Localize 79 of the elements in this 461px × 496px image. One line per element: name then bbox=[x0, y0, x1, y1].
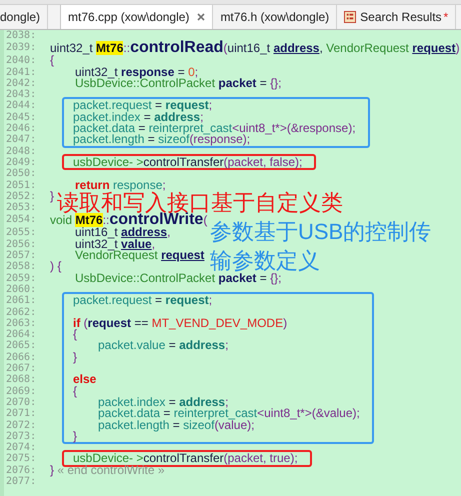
code-line: { bbox=[50, 55, 54, 67]
code-line: } bbox=[73, 352, 78, 364]
code-line: VendorRequest request bbox=[75, 250, 204, 262]
code-line: if (request == MT_VEND_DEV_MODE) bbox=[73, 318, 288, 330]
code-line: uint32_t value, bbox=[75, 238, 156, 250]
line-number: 2075: bbox=[6, 453, 38, 465]
line-number: 2062: bbox=[6, 306, 38, 318]
code-line: packet.request = request; bbox=[73, 295, 212, 307]
code-line: return response; bbox=[75, 180, 166, 191]
code-line: packet.request = request; bbox=[73, 100, 212, 112]
code-line: uint32_t response = 0; bbox=[75, 66, 198, 78]
line-number: 2065: bbox=[6, 340, 38, 352]
code-line: UsbDevice::ControlPacket packet = {}; bbox=[75, 78, 282, 90]
line-number: 2069: bbox=[6, 386, 38, 397]
code-line: uint32_t Mt76::controlRead(uint16_t address, VendorRequest request) bbox=[50, 41, 460, 56]
code-line: packet.length = sizeof(value); bbox=[98, 420, 254, 431]
line-number: 2076: bbox=[6, 464, 38, 476]
line-number: 2063: bbox=[6, 318, 38, 330]
line-number: 2071: bbox=[6, 408, 38, 420]
line-number: 2043: bbox=[6, 89, 38, 100]
line-number: 2046: bbox=[6, 123, 38, 134]
line-number: 2073: bbox=[6, 430, 38, 442]
tab-label: dongle) bbox=[0, 10, 40, 24]
line-number: 2055: bbox=[6, 227, 38, 239]
line-number: 2057: bbox=[6, 250, 38, 262]
line-number: 2068: bbox=[6, 374, 38, 386]
line-number: 2039: bbox=[6, 41, 38, 56]
line-number: 2051: bbox=[6, 180, 38, 191]
code-line: { bbox=[73, 329, 78, 340]
line-number: 2056: bbox=[6, 238, 38, 250]
code-line: UsbDevice::ControlPacket packet = {}; bbox=[75, 272, 282, 284]
code-line: packet.index = address; bbox=[98, 396, 228, 408]
close-icon[interactable] bbox=[197, 13, 206, 21]
line-number: 2072: bbox=[6, 420, 38, 431]
code-line: usbDevice- >controlTransfer(packet, false); bbox=[73, 156, 302, 168]
code-line: uint16_t address, bbox=[75, 227, 170, 239]
line-number: 2040: bbox=[6, 55, 38, 67]
line-number: 2041: bbox=[6, 66, 38, 78]
code-line: ) { bbox=[50, 261, 62, 273]
line-number: 2066: bbox=[6, 352, 38, 364]
editor-tab[interactable]: mt76.cpp (xow\dongle) bbox=[60, 5, 214, 29]
line-number: 2044: bbox=[6, 100, 38, 112]
line-number: 2060: bbox=[6, 284, 38, 296]
code-line: packet.length = sizeof(response); bbox=[73, 134, 250, 146]
line-number: 2045: bbox=[6, 112, 38, 124]
code-line: { bbox=[73, 386, 78, 397]
line-number: 2058: bbox=[6, 261, 38, 273]
line-number: 2054: bbox=[6, 213, 38, 228]
line-number: 2070: bbox=[6, 396, 38, 408]
code-line: packet.data = reinterpret_cast<uint8_t*>(&value); bbox=[98, 408, 360, 420]
editor-tab[interactable]: dongle) bbox=[0, 5, 48, 29]
line-number: 2077: bbox=[6, 476, 38, 488]
line-number: 2049: bbox=[6, 156, 38, 168]
code-line: } « end controlWrite » bbox=[50, 464, 165, 476]
line-number: 2053: bbox=[6, 202, 38, 214]
line-number: 2042: bbox=[6, 78, 38, 90]
code-line: } bbox=[73, 430, 78, 442]
line-number: 2074: bbox=[6, 442, 38, 454]
line-number: 2048: bbox=[6, 146, 38, 157]
tab-label: mt76.h (xow\dongle) bbox=[220, 10, 330, 24]
annotation-text: 参数基于USB的控制传输参数定义 bbox=[210, 218, 432, 273]
line-number: 2067: bbox=[6, 363, 38, 374]
line-number: 2038: bbox=[6, 30, 38, 42]
line-number: 2064: bbox=[6, 329, 38, 340]
code-line: packet.data = reinterpret_cast<uint8_t*>(&response); bbox=[73, 123, 356, 134]
code-line: packet.value = address; bbox=[98, 340, 228, 352]
code-line: packet.index = address; bbox=[73, 112, 204, 124]
code-line: else bbox=[73, 374, 96, 386]
line-number: 2059: bbox=[6, 272, 38, 284]
tab-label: Search Results bbox=[360, 10, 442, 24]
line-number: 2052: bbox=[6, 190, 38, 202]
line-number: 2047: bbox=[6, 134, 38, 146]
tab-label: mt76.cpp (xow\dongle) bbox=[68, 10, 190, 24]
code-line: usbDevice- >controlTransfer(packet, true); bbox=[73, 453, 298, 465]
line-number: 2061: bbox=[6, 295, 38, 307]
line-number: 2050: bbox=[6, 168, 38, 180]
code-line: } bbox=[50, 190, 54, 202]
code-line: void Mt76::controlWrite( bbox=[50, 213, 208, 228]
modified-mark: * bbox=[444, 10, 448, 24]
